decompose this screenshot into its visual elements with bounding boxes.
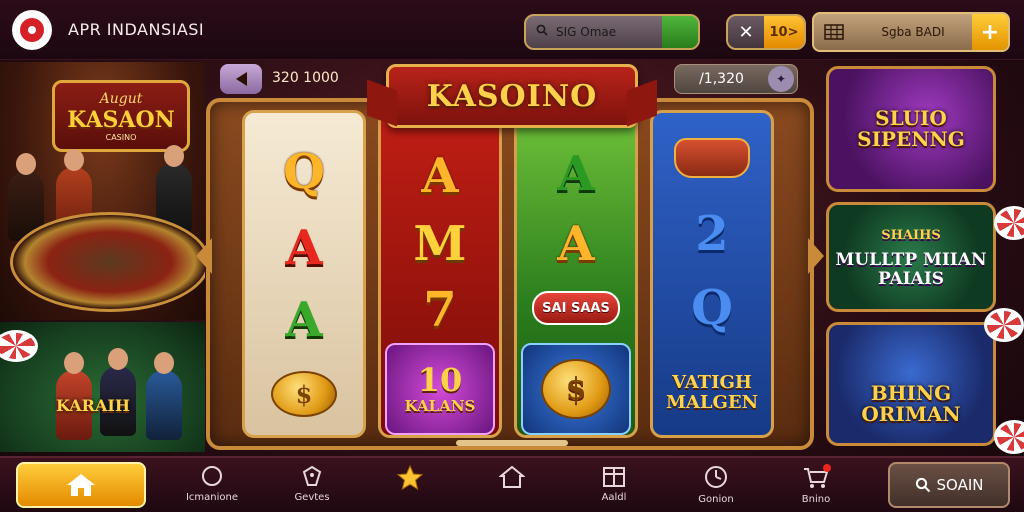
- coin-value[interactable]: 10>: [764, 16, 804, 48]
- win-value: /1,320: [699, 71, 744, 87]
- nav-item-bnino[interactable]: Bnino: [776, 464, 856, 510]
- vatigh-symbol: VATIGH MALGEN: [653, 353, 771, 433]
- reel-4[interactable]: 2 Q VATIGH MALGEN: [650, 110, 774, 438]
- casino-promo-card[interactable]: Augut KASAON CASINO: [0, 62, 205, 320]
- reel-1[interactable]: Q A A $: [242, 110, 366, 438]
- sign-line-3: CASINO: [105, 132, 137, 142]
- nav-label: Icmanione: [185, 492, 239, 503]
- vatigh-label: VATIGH MALGEN: [665, 372, 759, 413]
- reel-symbol: M: [413, 216, 467, 272]
- game-title: KASOINO: [426, 78, 598, 114]
- bonus-label: KALANS: [404, 397, 476, 415]
- balance-label: Sgba BADI: [881, 25, 945, 39]
- search-text: SIG Omae: [556, 25, 617, 39]
- gift-icon: [603, 467, 625, 487]
- sign-line-1: Augut: [99, 90, 143, 107]
- reel-symbol: A: [285, 220, 323, 276]
- chip-icon: [984, 308, 1024, 342]
- search-button-label: SOAIN: [936, 476, 984, 494]
- circle-icon: [202, 466, 222, 486]
- sparkle-icon[interactable]: ✦: [768, 66, 794, 92]
- chip-icon: [994, 206, 1024, 240]
- nav-item-gonion[interactable]: Gonion: [676, 464, 756, 510]
- bottom-navigation: Icmanione Gevtes Aaldl Gonion Bnino SOAI…: [0, 456, 1024, 512]
- nav-item-aaldl[interactable]: Aaldl: [574, 464, 654, 510]
- hat-symbol: [653, 123, 771, 193]
- reel-symbol: Q: [283, 144, 325, 200]
- sai-saas-badge: SAI SAAS: [517, 273, 635, 343]
- add-funds-button[interactable]: +: [972, 14, 1008, 50]
- coin-group: ✕ 10>: [726, 14, 806, 50]
- next-arrow-icon[interactable]: [808, 238, 824, 274]
- nav-item-icmanione[interactable]: Icmanione: [172, 464, 252, 510]
- reel-symbol: 7: [423, 282, 457, 338]
- coin-icon: $: [271, 371, 337, 417]
- nav-label: Aaldl: [601, 492, 627, 503]
- sign-line-2: KASAON: [67, 106, 175, 133]
- reel-symbol: A: [557, 216, 595, 272]
- reel-symbol: 2: [695, 206, 729, 262]
- coin-symbol: $: [245, 359, 363, 429]
- nav-item-lobby[interactable]: [472, 464, 552, 510]
- app-logo[interactable]: [12, 10, 52, 50]
- win-display: /1,320 ✦: [674, 64, 798, 94]
- nav-label: Bnino: [801, 494, 831, 505]
- reel-symbol: A: [421, 148, 459, 204]
- search-icon: [915, 477, 930, 493]
- app-title: APR INDANSIASI: [68, 20, 205, 39]
- game-banner: KASOINO: [386, 64, 638, 128]
- star-icon: [396, 464, 424, 491]
- nav-item-gevtes[interactable]: Gevtes: [272, 464, 352, 510]
- sluio-label: SLUIO SIPENNG: [857, 106, 965, 151]
- home-button[interactable]: [16, 462, 146, 508]
- shaihs-label: SHAIHS: [881, 227, 941, 243]
- mulltp-promo-card[interactable]: SHAIHS MULLTP MIIAN PAIAIS: [826, 202, 996, 312]
- nav-item-favorites[interactable]: [370, 464, 450, 510]
- roulette-wheel-illustration: [10, 212, 205, 312]
- search-bar[interactable]: SIG Omae: [524, 14, 700, 50]
- cart-icon: [804, 464, 831, 488]
- search-icon: [536, 24, 556, 40]
- bhing-label: BHING ORIMAN: [861, 381, 961, 426]
- home-icon: [67, 474, 95, 496]
- kalans-bonus-tile: 10 KALANS: [385, 343, 495, 435]
- close-icon[interactable]: ✕: [728, 22, 764, 43]
- search-button[interactable]: SOAIN: [888, 462, 1010, 508]
- back-arrow-icon: [235, 72, 247, 86]
- reel-2[interactable]: A M 7 10 KALANS: [378, 110, 502, 438]
- reel-symbol: A: [285, 292, 323, 348]
- nav-label: Gevtes: [294, 492, 330, 503]
- coin-icon: $: [541, 359, 611, 419]
- karaih-promo-card[interactable]: KARAIH: [0, 322, 205, 452]
- mulltp-label: MULLTP MIIAN PAIAIS: [835, 249, 987, 289]
- chip-icon: [994, 420, 1024, 454]
- bet-value: 320 1000: [272, 70, 339, 86]
- back-button[interactable]: [220, 64, 262, 94]
- tag-icon: [302, 465, 322, 486]
- bonus-number: 10: [417, 361, 463, 399]
- reel-symbol: Q: [691, 280, 733, 336]
- nav-label: Gonion: [698, 494, 734, 505]
- coin-bonus-tile: $: [521, 343, 631, 435]
- reel-scroll-indicator[interactable]: [456, 440, 568, 446]
- home-outline-icon: [499, 465, 525, 488]
- search-toggle[interactable]: [662, 16, 698, 48]
- balance-pill: Sgba BADI +: [812, 12, 1010, 52]
- bhing-promo-card[interactable]: BHING ORIMAN: [826, 322, 996, 446]
- sluio-promo-card[interactable]: SLUIO SIPENNG: [826, 66, 996, 192]
- hat-icon: [674, 138, 750, 178]
- clock-icon: [705, 466, 727, 488]
- reel-3[interactable]: A A SAI SAAS $: [514, 110, 638, 438]
- reel-symbol: A: [557, 146, 595, 202]
- top-bar: APR INDANSIASI SIG Omae ✕ 10> Sgba BADI …: [0, 0, 1024, 60]
- badge-label: SAI SAAS: [532, 291, 620, 325]
- casino-sign: Augut KASAON CASINO: [52, 80, 190, 152]
- grid-icon: [814, 24, 854, 40]
- karaih-label: KARAIH: [56, 396, 130, 415]
